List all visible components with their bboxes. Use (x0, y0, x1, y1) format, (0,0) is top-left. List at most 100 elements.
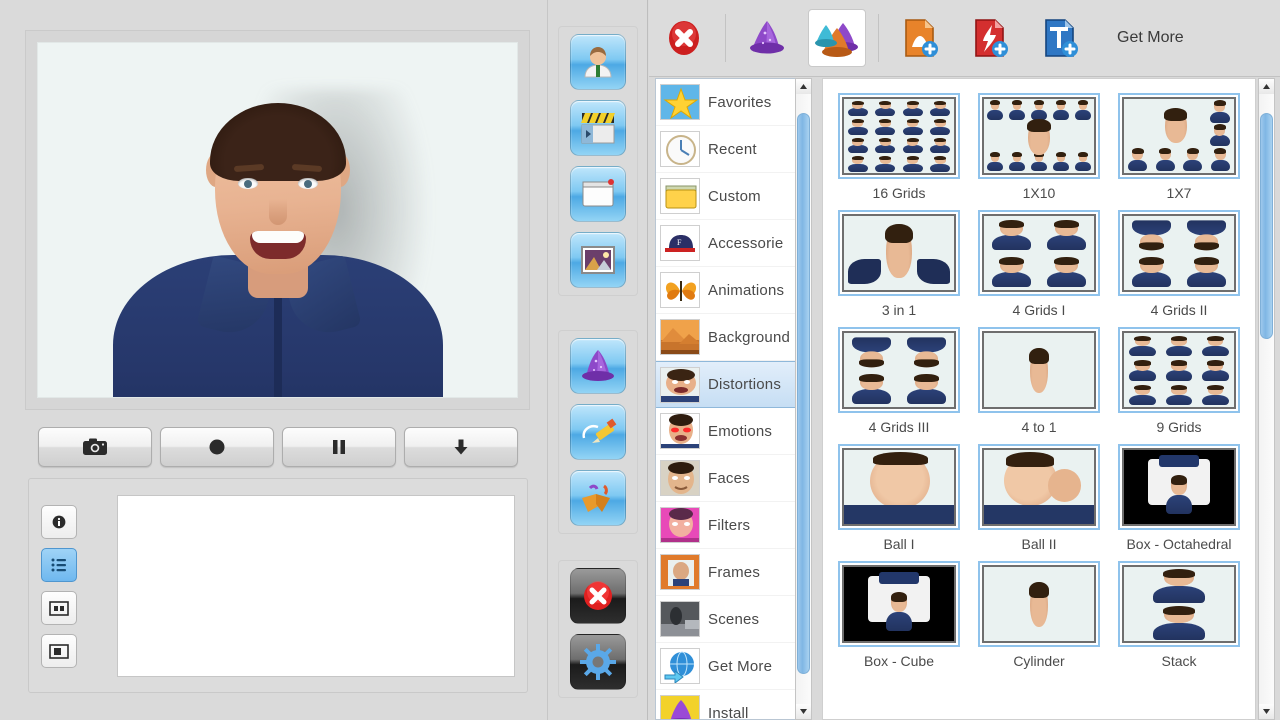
effect-thumbnail[interactable] (978, 93, 1100, 179)
category-item-label: Distortions (708, 376, 782, 393)
category-item-animations[interactable]: Animations (656, 267, 811, 314)
webcam-source-button[interactable] (570, 34, 626, 90)
category-item-frames[interactable]: Frames (656, 549, 811, 596)
category-item-label: Install (708, 704, 749, 720)
effect-preview (982, 448, 1096, 527)
category-item-get-more[interactable]: Get More (656, 643, 811, 690)
multi-effect-tab[interactable] (808, 9, 866, 67)
single-effect-tab[interactable] (738, 9, 796, 67)
media-list[interactable] (117, 495, 515, 677)
picture-frame-icon (581, 246, 615, 274)
effect-cell[interactable]: 3 in 1 (829, 204, 969, 319)
category-item-distortions[interactable]: Distortions (656, 361, 811, 408)
settings-button[interactable] (570, 634, 626, 690)
category-scrollbar[interactable] (795, 78, 812, 720)
list-view-toolbar (41, 505, 77, 668)
effect-thumbnail[interactable] (978, 561, 1100, 648)
effects-button[interactable] (570, 338, 626, 394)
effect-thumbnail[interactable] (838, 561, 960, 648)
effect-thumbnail[interactable] (978, 210, 1100, 297)
effect-label: 1X10 (1022, 185, 1056, 201)
effect-thumbnail[interactable] (1118, 210, 1240, 297)
webcam-preview[interactable] (37, 42, 518, 398)
effect-label: 4 Grids I (1012, 302, 1066, 319)
detail-view-button[interactable] (41, 591, 77, 625)
scrollbar-thumb[interactable] (797, 113, 810, 675)
category-item-background[interactable]: Background (656, 314, 811, 361)
close-effects-button[interactable] (655, 9, 713, 67)
category-item-install[interactable]: Install (656, 690, 811, 720)
thumbnail-view-button[interactable] (41, 634, 77, 668)
red-flash-plus-icon (975, 19, 1008, 57)
effects-scrollbar[interactable] (1258, 78, 1275, 720)
effect-thumbnail[interactable] (838, 444, 960, 531)
list-view-button[interactable] (41, 548, 77, 582)
add-text-button[interactable] (1031, 9, 1089, 67)
close-button[interactable] (570, 568, 626, 624)
effect-cell[interactable]: Ball I (829, 438, 969, 553)
effect-cell[interactable]: 4 Grids I (969, 204, 1109, 319)
effect-thumbnail[interactable] (1118, 327, 1240, 414)
category-item-recent[interactable]: Recent (656, 126, 811, 173)
snapshot-button[interactable] (38, 427, 152, 467)
add-image-button[interactable] (891, 9, 949, 67)
effect-cell[interactable]: Stack (1109, 555, 1249, 670)
effect-preview (1122, 214, 1236, 293)
category-item-scenes[interactable]: Scenes (656, 596, 811, 643)
info-view-button[interactable] (41, 505, 77, 539)
record-button[interactable] (160, 427, 274, 467)
video-source-button[interactable] (570, 100, 626, 156)
effect-thumbnail[interactable] (978, 327, 1100, 414)
purple-install-icon (660, 695, 700, 719)
category-item-label: Background (708, 328, 791, 346)
effect-cell[interactable]: Box - Cube (829, 555, 969, 670)
scroll-up-icon[interactable] (796, 79, 811, 94)
category-item-emotions[interactable]: Emotions (656, 408, 811, 455)
effect-thumbnail[interactable] (1118, 93, 1240, 179)
effect-cell[interactable]: 9 Grids (1109, 321, 1249, 436)
category-item-filters[interactable]: Filters (656, 502, 811, 549)
media-list-area (28, 478, 528, 693)
effect-cell[interactable]: 1X10 (969, 87, 1109, 202)
save-download-button[interactable] (404, 427, 518, 467)
category-item-custom[interactable]: Custom (656, 173, 811, 220)
avatar-person-icon (584, 47, 612, 78)
effect-cell[interactable]: Cylinder (969, 555, 1109, 670)
effect-cell[interactable]: 1X7 (1109, 87, 1249, 202)
effect-cell[interactable]: 4 to 1 (969, 321, 1109, 436)
clock-icon (660, 131, 700, 167)
effect-cell[interactable]: Ball II (969, 438, 1109, 553)
add-flash-button[interactable] (961, 9, 1019, 67)
desktop-source-button[interactable] (570, 166, 626, 222)
effect-thumbnail[interactable] (838, 210, 960, 297)
effect-thumbnail[interactable] (1118, 561, 1240, 648)
effect-thumbnail[interactable] (978, 444, 1100, 531)
effect-cell[interactable]: 16 Grids (829, 87, 969, 202)
effect-preview (842, 97, 956, 175)
pause-button[interactable] (282, 427, 396, 467)
scroll-down-icon[interactable] (1259, 704, 1274, 719)
effect-thumbnail[interactable] (838, 327, 960, 414)
category-item-label: Filters (708, 516, 751, 534)
category-item-accessorie[interactable]: F Accessorie (656, 220, 811, 267)
image-source-button[interactable] (570, 232, 626, 288)
effects-panel[interactable]: 16 Grids 1X10 1X7 3 in 1 4 Grids I 4 Grids II… (822, 78, 1256, 720)
get-more-label[interactable]: Get More (1117, 29, 1184, 47)
draw-button[interactable] (570, 404, 626, 460)
effect-cell[interactable]: 4 Grids II (1109, 204, 1249, 319)
effect-label: Ball I (883, 536, 915, 553)
single-frame-icon (49, 643, 69, 659)
effects-group (558, 330, 638, 534)
effect-cell[interactable]: Box - Octahedral (1109, 438, 1249, 553)
transitions-button[interactable] (570, 470, 626, 526)
effect-thumbnail[interactable] (1118, 444, 1240, 531)
effect-cell[interactable]: 4 Grids III (829, 321, 969, 436)
category-item-favorites[interactable]: Favorites (656, 79, 811, 126)
scroll-up-icon[interactable] (1259, 79, 1274, 94)
category-list[interactable]: Favorites Recent Custom F Accessorie Animatio… (655, 78, 812, 720)
scroll-down-icon[interactable] (796, 704, 811, 719)
image-detail-icon (49, 600, 69, 616)
scrollbar-thumb[interactable] (1260, 113, 1273, 339)
effect-thumbnail[interactable] (838, 93, 960, 179)
category-item-faces[interactable]: Faces (656, 455, 811, 502)
